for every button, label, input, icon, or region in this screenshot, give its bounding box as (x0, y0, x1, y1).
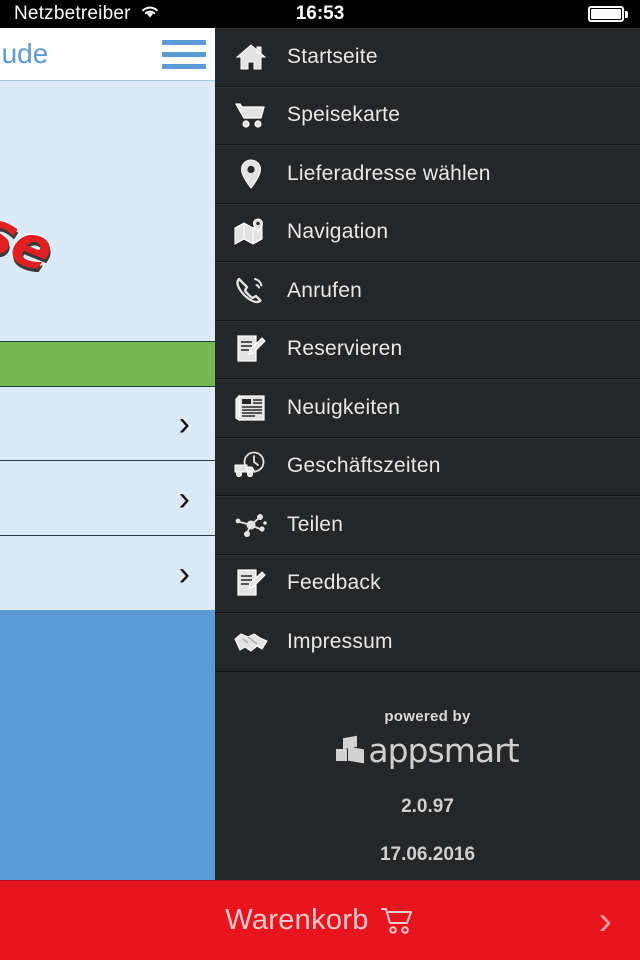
chevron-right-icon: › (598, 898, 612, 943)
cart-label: Warenkorb (225, 904, 369, 936)
newspaper-icon (227, 388, 275, 428)
blue-content-block (0, 610, 224, 880)
drawer-footer: powered by appsmart 2.0.97 17.06.2016 (215, 672, 640, 866)
status-bar: Netzbetreiber 16:53 (0, 0, 640, 28)
cart-bar[interactable]: Warenkorb › (0, 880, 640, 960)
hero-banner: use (0, 81, 224, 341)
clock-label: 16:53 (295, 3, 345, 24)
powered-by-label: powered by (384, 707, 471, 725)
home-icon (227, 37, 275, 77)
menu-item-neuigkeiten[interactable]: Neuigkeiten (215, 379, 640, 438)
menu-item-reservieren[interactable]: Reservieren (215, 321, 640, 379)
handshake-icon (227, 622, 275, 662)
menu-item-label: Anrufen (287, 278, 362, 302)
brand-name-second: smart (427, 730, 520, 770)
location-pin-icon (227, 154, 275, 194)
shopping-cart-icon (380, 906, 415, 936)
truck-clock-icon (227, 446, 275, 486)
chevron-right-icon: › (178, 404, 190, 443)
list-item[interactable]: › (0, 537, 224, 611)
document-pencil-icon (227, 329, 275, 369)
navigation-drawer: Startseite Speisekarte Lieferadresse wäh… (215, 28, 640, 880)
menu-item-label: Impressum (287, 629, 393, 653)
menu-item-navigation[interactable]: Navigation (215, 204, 640, 262)
menu-item-startseite[interactable]: Startseite (215, 28, 640, 87)
menu-item-speisekarte[interactable]: Speisekarte (215, 87, 640, 145)
menu-item-label: Geschäftszeiten (287, 454, 441, 478)
battery-tip (625, 10, 628, 18)
appsmart-logo: appsmart (215, 731, 640, 770)
menu-item-teilen[interactable]: Teilen (215, 496, 640, 555)
app-version: 2.0.97 (401, 795, 454, 817)
menu-item-anrufen[interactable]: Anrufen (215, 262, 640, 321)
share-nodes-icon (227, 505, 275, 545)
document-pencil-icon (227, 563, 275, 603)
phone-screen: Netzbetreiber 16:53 nude use › › (0, 0, 640, 960)
list-item[interactable]: › (0, 387, 224, 461)
menu-item-geschaeftszeiten[interactable]: Geschäftszeiten (215, 438, 640, 496)
battery-full-icon (588, 6, 624, 22)
menu-item-label: Neuigkeiten (287, 395, 401, 419)
chevron-right-icon: › (178, 554, 190, 593)
shopping-cart-icon (227, 95, 275, 135)
app-behind-drawer: nude use › › › (0, 28, 224, 880)
menu-item-label: Navigation (287, 220, 389, 244)
appsmart-mark-icon (336, 735, 365, 764)
status-bar-right (588, 6, 628, 22)
menu-item-lieferadresse[interactable]: Lieferadresse wählen (215, 145, 640, 204)
map-icon (227, 212, 275, 252)
menu-item-impressum[interactable]: Impressum (215, 613, 640, 672)
brand-name-first: app (368, 730, 428, 770)
app-header: nude (0, 28, 224, 81)
green-divider-bar (0, 341, 224, 387)
build-date: 17.06.2016 (379, 843, 476, 865)
menu-item-label: Teilen (287, 512, 344, 536)
menu-item-feedback[interactable]: Feedback (215, 555, 640, 613)
menu-item-label: Feedback (287, 571, 381, 595)
hamburger-icon[interactable] (162, 39, 206, 69)
phone-icon (227, 271, 275, 311)
chevron-right-icon: › (178, 479, 190, 518)
list-item[interactable]: › (0, 462, 224, 536)
menu-item-label: Lieferadresse wählen (287, 161, 491, 185)
menu-item-label: Speisekarte (287, 103, 401, 127)
menu-item-label: Reservieren (287, 337, 403, 361)
page-title: nude (0, 38, 49, 69)
menu-item-label: Startseite (287, 44, 378, 68)
hero-logo-text: use (0, 180, 63, 286)
